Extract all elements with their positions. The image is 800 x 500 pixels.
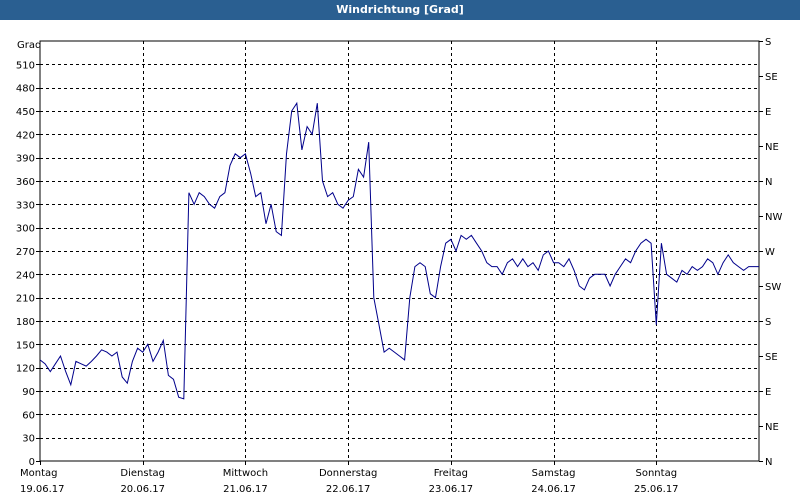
x-tick-day-label: Dienstag (120, 468, 165, 479)
y-tick-label: 90 (22, 387, 35, 398)
y-tick-label: 510 (16, 60, 35, 71)
x-tick-date-label: 21.06.17 (223, 484, 268, 495)
y-tick-label: 390 (16, 154, 35, 165)
y-tick-label: 30 (22, 434, 35, 445)
y2-tick-label: SE (765, 72, 778, 83)
x-tick-date-label: 23.06.17 (429, 484, 474, 495)
y-tick-label: 180 (16, 317, 35, 328)
x-tick-day-label: Donnerstag (319, 468, 377, 479)
x-tick-day-label: Freitag (434, 468, 468, 479)
y2-tick-label: S (765, 37, 771, 48)
y2-tick-label: NE (765, 142, 779, 153)
x-tick-day-label: Samstag (532, 468, 576, 479)
y2-tick-label: E (765, 107, 771, 118)
y-tick-label: 420 (16, 130, 35, 141)
y-tick-label: 60 (22, 410, 35, 421)
y-tick-label: 210 (16, 294, 35, 305)
y-tick-label: 270 (16, 247, 35, 258)
y2-tick-label: N (765, 177, 772, 188)
y-tick-label: 240 (16, 270, 35, 281)
x-tick-date-label: 22.06.17 (326, 484, 371, 495)
y-tick-label: 150 (16, 340, 35, 351)
y-tick-label: 360 (16, 177, 35, 188)
y2-tick-label: NE (765, 422, 779, 433)
x-tick-day-label: Mittwoch (223, 468, 268, 479)
y2-tick-label: NW (765, 212, 782, 223)
y-tick-label: 300 (16, 224, 35, 235)
series-line (39, 101, 759, 400)
y-tick-label: 0 (29, 457, 35, 468)
y2-tick-label: S (765, 317, 771, 328)
x-tick-day-label: Sonntag (636, 468, 678, 479)
y-tick-label: 480 (16, 84, 35, 95)
y-tick-labels: 0 30 60 90 120 150 180 210 240 270 300 330 360 390 420… (16, 60, 35, 468)
x-tick-date-label: 20.06.17 (120, 484, 165, 495)
y2-tick-label: N (765, 457, 772, 468)
x-tick-date-label: 25.06.17 (634, 484, 679, 495)
y2-tick-label: E (765, 387, 771, 398)
x-tick-date-label: 19.06.17 (20, 484, 65, 495)
y-axis-label: Grad (17, 40, 41, 51)
y2-tick-label: W (765, 247, 775, 258)
x-tick-day-label: Montag (20, 468, 57, 479)
y-tick-label: 450 (16, 107, 35, 118)
y2-tick-labels: N NE E SE S SW W NW N NE E SE S (765, 37, 782, 468)
chart-title: Windrichtung [Grad] (0, 0, 800, 20)
grid (36, 41, 763, 465)
chart: Grad 0 30 60 90 120 150 180 210 240 270 300 330 360 3… (16, 37, 783, 495)
y2-tick-label: SE (765, 352, 778, 363)
x-tick-labels: Montag 19.06.17 Dienstag 20.06.17 Mittwoch 21… (20, 468, 679, 495)
y-tick-label: 120 (16, 364, 35, 375)
x-tick-date-label: 24.06.17 (531, 484, 576, 495)
y2-tick-label: SW (765, 282, 781, 293)
y-tick-label: 330 (16, 200, 35, 211)
